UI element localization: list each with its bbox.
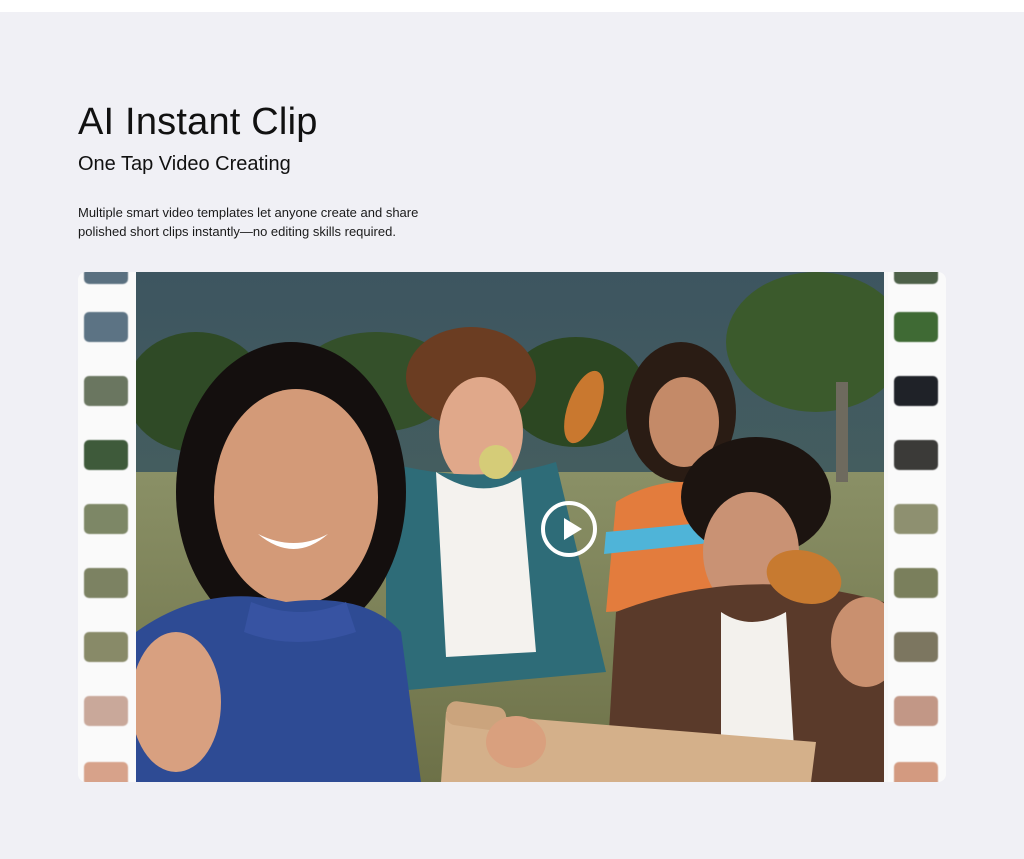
film-sprocket — [894, 568, 938, 598]
film-sprocket — [84, 762, 128, 782]
film-sprocket — [84, 440, 128, 470]
page-subtitle: One Tap Video Creating — [78, 153, 291, 175]
feature-description: Multiple smart video templates let anyon… — [78, 205, 419, 239]
feature-section: AI Instant Clip One Tap Video Creating M… — [0, 12, 1024, 859]
film-strip-left — [78, 272, 136, 782]
film-sprocket — [894, 504, 938, 534]
play-icon — [564, 518, 582, 540]
film-strip-right — [888, 272, 946, 782]
play-button[interactable] — [541, 501, 597, 557]
film-sprocket — [84, 376, 128, 406]
page-title: AI Instant Clip — [78, 101, 318, 143]
film-sprocket — [84, 504, 128, 534]
film-sprocket — [894, 696, 938, 726]
film-sprocket — [84, 312, 128, 342]
video-thumbnail[interactable] — [136, 272, 884, 782]
film-sprocket — [84, 568, 128, 598]
film-sprocket — [894, 376, 938, 406]
film-sprocket — [84, 632, 128, 662]
film-sprocket — [894, 440, 938, 470]
video-player[interactable] — [78, 272, 946, 782]
film-sprocket — [894, 272, 938, 284]
film-sprocket — [84, 696, 128, 726]
film-sprocket — [894, 762, 938, 782]
film-sprocket — [84, 272, 128, 284]
film-sprocket — [894, 312, 938, 342]
video-scene-illustration — [136, 272, 884, 782]
film-sprocket — [894, 632, 938, 662]
